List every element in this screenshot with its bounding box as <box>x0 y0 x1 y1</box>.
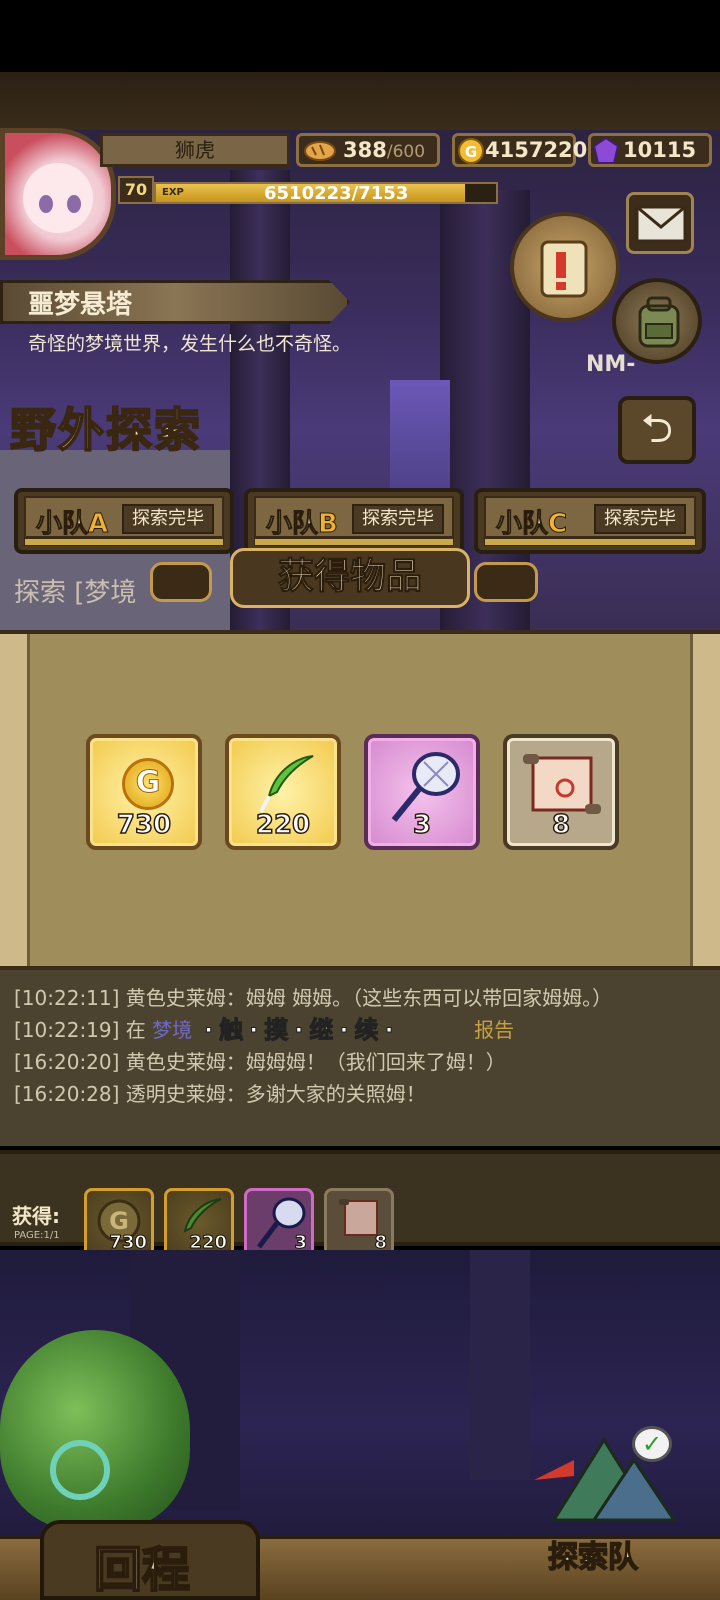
reward-qty: 3 <box>412 809 432 841</box>
exp-bar: EXP 6510223/7153 <box>154 182 498 204</box>
obtained-item-net[interactable]: 3 <box>244 1188 314 1258</box>
envelope-icon <box>635 205 687 243</box>
team-tab-c[interactable]: 小队C 探索完毕 <box>474 488 706 554</box>
team-status: 探索完毕 <box>352 504 444 534</box>
obtained-item-feather[interactable]: 220 <box>164 1188 234 1258</box>
return-label: 回程 <box>93 1541 191 1599</box>
reward-item-scroll[interactable]: 8 <box>503 734 619 850</box>
reward-item-gold[interactable]: G 730 <box>86 734 202 850</box>
header-band <box>0 72 720 130</box>
svg-text:G: G <box>465 143 477 161</box>
player-name: 狮虎 <box>100 133 290 167</box>
team-name: 小队C <box>495 509 568 540</box>
stage-label: NM- <box>586 352 636 377</box>
team-tab-inner: 小队A 探索完毕 <box>24 496 224 540</box>
exploration-team-label: 探索队 <box>547 1539 639 1576</box>
mode-title: 野外探索 <box>9 402 202 458</box>
log-panel[interactable]: [10:22:11] 黄色史莱姆：姆姆 姆姆。（这些东西可以带回家姆姆。） [1… <box>0 970 720 1146</box>
team-name: 小队A <box>35 509 109 540</box>
team-tab-inner: 小队B 探索完毕 <box>254 496 454 540</box>
team-progress-bar <box>484 538 696 546</box>
reward-qty: 220 <box>255 809 311 841</box>
team-status: 探索完毕 <box>122 504 214 534</box>
exp-text: 6510223/7153 <box>264 183 409 204</box>
gold-amount: 4157220 <box>485 138 588 162</box>
obtained-label: 获得: <box>12 1204 60 1228</box>
bread-icon <box>304 141 336 161</box>
gold-counter[interactable]: G 4157220 <box>452 133 587 167</box>
green-feather-icon <box>259 755 314 813</box>
mail-button[interactable] <box>626 192 694 254</box>
swirl-portal-icon <box>50 1440 110 1500</box>
team-tab-a[interactable]: 小队A 探索完毕 <box>14 488 234 554</box>
status-bar <box>0 0 720 72</box>
obtained-item-gold[interactable]: G 730 <box>84 1188 154 1258</box>
player-avatar[interactable] <box>0 128 116 260</box>
team-progress-bar <box>24 538 224 546</box>
back-arrow-icon: ⮌ <box>640 406 674 452</box>
log-line: [16:20:28] 透明史莱姆：多谢大家的关照姆！ <box>14 1082 426 1106</box>
team-progress-bar <box>254 538 454 546</box>
touch-to-continue-prompt[interactable]: ·触·摸·继·续· <box>204 1010 400 1045</box>
gem-amount: 10115 <box>623 138 697 162</box>
area-name: 噩梦悬塔 <box>28 290 133 320</box>
avatar-eye <box>39 195 53 213</box>
title-pill-right <box>474 562 538 602</box>
backpack-icon <box>638 296 680 348</box>
gold-coin-icon: G <box>458 138 484 164</box>
area-description: 奇怪的梦境世界，发生什么也不奇怪。 <box>28 333 352 355</box>
team-name: 小队B <box>265 509 338 540</box>
player-level: 70 <box>118 176 154 204</box>
check-icon: ✓ <box>632 1426 672 1462</box>
svg-text:G: G <box>109 1207 129 1235</box>
popup-edge-left <box>0 634 30 966</box>
portal-tree <box>0 1330 190 1530</box>
scroll-quill-icon <box>540 240 588 298</box>
log-line: [16:20:20] 黄色史莱姆：姆姆姆！（我们回来了姆！） <box>14 1050 506 1074</box>
gem-counter[interactable]: 10115 <box>588 133 712 167</box>
stamina-counter[interactable]: 388/600 <box>296 133 440 167</box>
reward-item-feather[interactable]: 220 <box>225 734 341 850</box>
quest-scroll-button[interactable] <box>510 212 620 322</box>
popup-title-bar: 获得物品 <box>150 548 550 608</box>
stamina-current: 388 <box>343 138 387 162</box>
team-status: 探索完毕 <box>594 504 686 534</box>
reward-qty: 8 <box>551 809 571 841</box>
back-button[interactable]: ⮌ <box>618 396 696 464</box>
obtained-page: PAGE:1/1 <box>14 1230 60 1241</box>
team-tab-b[interactable]: 小队B 探索完毕 <box>244 488 464 554</box>
exp-label: EXP <box>162 187 184 198</box>
avatar-eye <box>67 195 81 213</box>
stamina-max: /600 <box>386 142 426 162</box>
title-pill-left <box>150 562 212 602</box>
purple-gem-icon <box>593 137 619 164</box>
gold-coin-icon: G <box>122 758 174 810</box>
obtained-item-scroll[interactable]: 8 <box>324 1188 394 1258</box>
reward-item-net[interactable]: 3 <box>364 734 480 850</box>
reward-qty: 730 <box>116 809 172 841</box>
popup-edge-right <box>690 634 720 966</box>
avatar-face <box>23 163 93 233</box>
popup-title: 获得物品 <box>230 548 470 608</box>
log-line: [10:22:11] 黄色史莱姆：姆姆 姆姆。（这些东西可以带回家姆姆。） <box>14 986 613 1010</box>
cave-stalactite <box>470 1250 530 1480</box>
explore-status-text: 探索 [梦境 <box>14 578 137 608</box>
team-tab-inner: 小队C 探索完毕 <box>484 496 696 540</box>
